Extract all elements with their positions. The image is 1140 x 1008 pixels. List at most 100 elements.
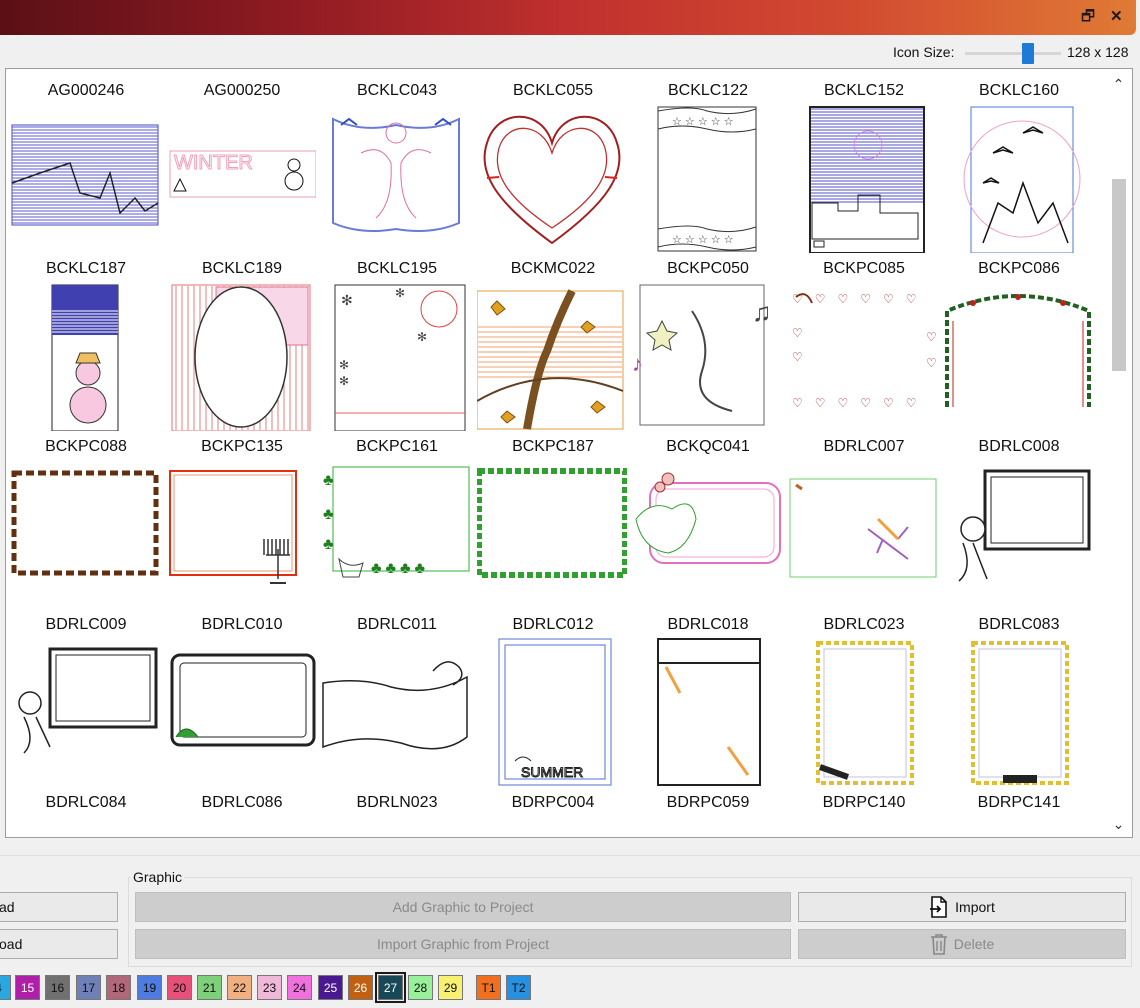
gallery-item-name: BDRPC059: [666, 794, 750, 811]
icon-size-slider-thumb[interactable]: [1022, 43, 1035, 64]
color-swatch[interactable]: 25: [318, 975, 343, 1000]
gallery-item-name: BDRLC011: [357, 616, 437, 633]
gallery-item[interactable]: BCKPC088: [6, 425, 162, 603]
color-swatch[interactable]: 29: [438, 975, 463, 1000]
icon-size-control: Icon Size: 128 x 128: [0, 42, 1140, 64]
gallery-item[interactable]: BCKPC085 ♡♡♡♡♡♡ ♡♡♡♡♡♡ ♡ ♡ ♡ ♡: [784, 247, 940, 425]
gallery-item[interactable]: BCKLC055: [473, 69, 629, 247]
gallery-item[interactable]: BDRLC008: [939, 425, 1095, 603]
icon-size-slider-track[interactable]: [965, 52, 1061, 55]
svg-text:♡: ♡: [926, 330, 937, 344]
gallery-item[interactable]: BCKLC122 ☆ ☆ ☆ ☆ ☆ ☆ ☆ ☆ ☆ ☆: [628, 69, 784, 252]
svg-text:♡: ♡: [926, 356, 937, 370]
gallery-item[interactable]: BCKPC161 ♣ ♣ ♣ ♣♣♣♣: [317, 425, 473, 603]
restore-icon[interactable]: 🗗: [1081, 9, 1095, 25]
gallery-item-name: BDRLC083: [978, 616, 1060, 633]
gallery-item[interactable]: BDRLC011: [317, 603, 473, 781]
gallery-item[interactable]: BDRLC009: [6, 603, 162, 781]
gallery-item[interactable]: BCKQC041: [628, 425, 784, 603]
scroll-thumb[interactable]: [1112, 179, 1126, 371]
svg-text:✻: ✻: [417, 330, 427, 344]
gallery-item[interactable]: BCKPC050 ♫ ♪: [628, 247, 784, 426]
gallery-item[interactable]: BCKPC187: [473, 425, 629, 603]
scroll-down-arrow-icon[interactable]: ⌄: [1105, 811, 1132, 837]
svg-text:♡: ♡: [792, 326, 803, 340]
gallery-item[interactable]: BDRLC023: [784, 603, 940, 785]
color-swatch[interactable]: 19: [137, 975, 162, 1000]
svg-text:✻: ✻: [339, 374, 349, 388]
scroll-up-arrow-icon[interactable]: ⌃: [1105, 71, 1132, 97]
load-button-1[interactable]: ad: [0, 892, 118, 922]
color-swatch[interactable]: 18: [106, 975, 131, 1000]
gallery-item-name: BDRLC007: [823, 438, 905, 455]
color-swatch[interactable]: T1: [476, 975, 501, 1000]
gallery-item[interactable]: BCKPC086: [939, 247, 1095, 425]
gallery-item[interactable]: BCKLC195 ✻ ✻ ✻ ✻ ✻: [317, 247, 473, 431]
add-graphic-to-project-button[interactable]: Add Graphic to Project: [135, 892, 791, 922]
icon-size-value: 128 x 128: [1067, 44, 1129, 60]
gallery-item-name: BCKPC161: [356, 438, 438, 455]
import-graphic-from-project-button[interactable]: Import Graphic from Project: [135, 929, 791, 959]
color-swatch[interactable]: 22: [227, 975, 252, 1000]
gallery-item[interactable]: BDRPC004: [473, 781, 629, 837]
gallery-item[interactable]: BCKMC022: [473, 247, 629, 430]
gallery-item[interactable]: BCKLC187: [6, 247, 162, 431]
svg-text:♡♡♡♡♡♡: ♡♡♡♡♡♡: [792, 396, 929, 410]
divider: [0, 855, 1140, 856]
svg-text:♪: ♪: [632, 351, 643, 376]
svg-text:♫: ♫: [752, 297, 772, 327]
color-swatch[interactable]: T2: [506, 975, 531, 1000]
vertical-scrollbar[interactable]: ⌃ ⌄: [1105, 69, 1132, 837]
gallery-item[interactable]: BDRLC007: [784, 425, 940, 603]
gallery-item[interactable]: BCKLC043: [317, 69, 473, 247]
gallery-item[interactable]: BCKLC189: [162, 247, 318, 431]
gallery-item-name: BDRPC140: [822, 794, 906, 811]
color-swatch[interactable]: 28: [408, 975, 433, 1000]
import-button[interactable]: Import: [798, 892, 1126, 922]
gallery-item-name: BDRLC008: [978, 438, 1060, 455]
delete-button[interactable]: Delete: [798, 929, 1126, 959]
color-swatch[interactable]: 26: [348, 975, 373, 1000]
close-icon[interactable]: ✕: [1110, 9, 1123, 25]
color-swatch[interactable]: 20: [167, 975, 192, 1000]
gallery-item-name: BCKPC050: [667, 260, 749, 277]
color-swatch[interactable]: 15: [15, 975, 40, 1000]
gallery-item[interactable]: BDRLC086: [162, 781, 318, 837]
color-swatch[interactable]: 24: [287, 975, 312, 1000]
color-swatch[interactable]: 17: [76, 975, 101, 1000]
graphic-gallery: AG000246 AG000250 WINTER BCKLC043 BCKLC055 BC…: [5, 68, 1133, 838]
gallery-item-name: BDRLC010: [201, 616, 283, 633]
gallery-item-name: BCKLC122: [667, 82, 749, 99]
color-swatch[interactable]: 27: [375, 972, 406, 1003]
gallery-item[interactable]: BDRLN023: [317, 781, 473, 837]
svg-text:SUMMER: SUMMER: [521, 764, 583, 780]
color-swatch[interactable]: 21: [197, 975, 222, 1000]
title-bar: 🗗 ✕: [0, 0, 1136, 35]
svg-text:✻: ✻: [341, 292, 353, 308]
gallery-item[interactable]: BDRLC012 SUMMER: [473, 603, 629, 786]
gallery-item[interactable]: BDRLC010: [162, 603, 318, 781]
color-swatch[interactable]: 23: [257, 975, 282, 1000]
color-swatch[interactable]: 4: [0, 975, 11, 1000]
gallery-item[interactable]: BDRLC083: [939, 603, 1095, 785]
gallery-item-name: BDRLC023: [823, 616, 905, 633]
gallery-item[interactable]: BCKLC152: [784, 69, 940, 253]
gallery-item[interactable]: BDRPC141: [939, 781, 1095, 837]
gallery-item-name: BDRLC086: [201, 794, 283, 811]
svg-text:☆ ☆ ☆ ☆ ☆: ☆ ☆ ☆ ☆ ☆: [672, 234, 734, 246]
gallery-item[interactable]: BDRLC018: [628, 603, 784, 786]
import-label: Import: [955, 899, 995, 915]
gallery-item[interactable]: BCKPC135: [162, 425, 318, 603]
gallery-item[interactable]: BDRPC140: [784, 781, 940, 837]
gallery-item[interactable]: BDRPC059: [628, 781, 784, 837]
gallery-item-name: BDRLC018: [667, 616, 749, 633]
svg-text:♡♡♡♡♡♡: ♡♡♡♡♡♡: [792, 292, 929, 306]
gallery-item-name: BCKLC187: [45, 260, 127, 277]
gallery-item[interactable]: BCKLC160: [939, 69, 1095, 253]
gallery-item[interactable]: BDRLC084: [6, 781, 162, 837]
gallery-item[interactable]: AG000250 WINTER: [162, 69, 318, 247]
color-swatch[interactable]: 16: [45, 975, 70, 1000]
load-button-2[interactable]: oad: [0, 929, 118, 959]
svg-text:♣: ♣: [323, 472, 334, 489]
gallery-item[interactable]: AG000246: [6, 69, 162, 247]
